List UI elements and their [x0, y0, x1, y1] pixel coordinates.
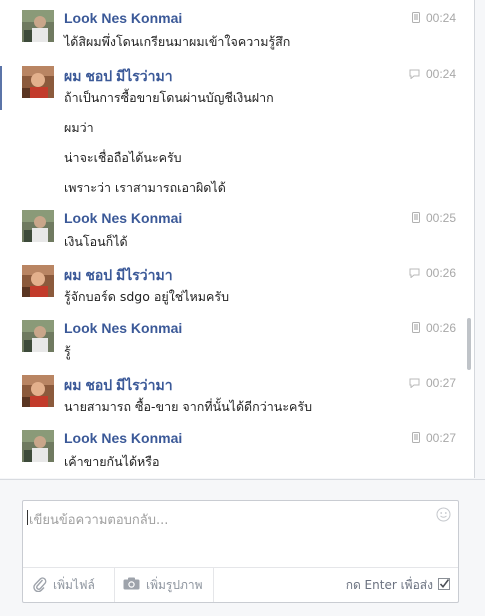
message-author[interactable]: ผม ชอป มีไรว่ามา	[64, 265, 173, 287]
chat-bubble-icon	[409, 267, 420, 281]
add-file-button[interactable]: เพิ่มไฟล์	[33, 568, 95, 602]
scrollbar-thumb[interactable]	[467, 318, 471, 370]
message-meta: 00:26	[411, 321, 456, 336]
message-text: นายสามารถ ซื้อ-ขาย จากที่นั้นได้ดีกว่านะ…	[64, 399, 313, 414]
message-meta: 00:24	[411, 11, 456, 26]
message-author[interactable]: ผม ชอป มีไรว่ามา	[64, 375, 173, 397]
toolbar-divider	[213, 568, 214, 602]
chat-bubble-icon	[409, 68, 420, 82]
message-meta: 00:27	[409, 376, 456, 391]
add-photo-label: เพิ่มรูปภาพ	[146, 577, 203, 592]
checkbox-checked-icon[interactable]	[438, 577, 450, 593]
composer-area: เขียนข้อความตอบกลับ... เพิ่มไฟล์ เพิ่มรู…	[0, 479, 485, 616]
paperclip-icon	[33, 576, 47, 595]
avatar[interactable]	[22, 265, 54, 297]
message-text: ผมว่า	[64, 120, 94, 135]
message-author[interactable]: Look Nes Konmai	[64, 320, 182, 336]
message-meta: 00:27	[411, 431, 456, 446]
message-text: ได้สิผมพึ่งโดนเกรียนมาผมเข้าใจความรู้สึก	[64, 34, 291, 49]
message-time: 00:26	[425, 266, 456, 280]
message-text: น่าจะเชื่อถือได้นะครับ	[64, 150, 182, 165]
text-caret	[27, 510, 28, 525]
message-text: รู้	[64, 344, 71, 359]
message-author[interactable]: Look Nes Konmai	[64, 210, 182, 226]
avatar[interactable]	[22, 66, 54, 98]
mobile-phone-icon	[411, 322, 420, 336]
avatar[interactable]	[22, 430, 54, 462]
press-enter-to-send-toggle[interactable]: กด Enter เพื่อส่ง	[346, 568, 450, 602]
add-file-label: เพิ่มไฟล์	[53, 577, 95, 592]
message-author[interactable]: Look Nes Konmai	[64, 10, 182, 26]
chat-bubble-icon	[409, 377, 420, 391]
message-text: ถ้าเป็นการซื้อขายโดนผ่านบัญชีเงินฝาก	[64, 90, 274, 105]
message-text: เค้าขายกันได้หรือ	[64, 454, 160, 469]
message-author[interactable]: Look Nes Konmai	[64, 430, 182, 446]
smiley-icon[interactable]	[436, 507, 451, 526]
message-time: 00:27	[425, 376, 456, 390]
message-time: 00:24	[425, 11, 456, 25]
avatar[interactable]	[22, 320, 54, 352]
avatar[interactable]	[22, 375, 54, 407]
composer-toolbar: เพิ่มไฟล์ เพิ่มรูปภาพ กด Enter เพื่อส่ง	[23, 567, 458, 602]
mobile-phone-icon	[411, 212, 420, 226]
add-photo-button[interactable]: เพิ่มรูปภาพ	[123, 568, 203, 602]
message-text: รู้จักบอร์ด sdgo อยู่ใช่ไหมครับ	[64, 289, 230, 304]
conversation-pane: Look Nes Konmai 00:24 ได้สิผมพึ่งโดนเกรี…	[0, 0, 475, 478]
camera-icon	[123, 577, 140, 593]
toolbar-divider	[114, 568, 115, 602]
message-time: 00:27	[425, 431, 456, 445]
message-time: 00:25	[425, 211, 456, 225]
message-time: 00:26	[425, 321, 456, 335]
reply-composer[interactable]: เขียนข้อความตอบกลับ... เพิ่มไฟล์ เพิ่มรู…	[22, 500, 459, 603]
message-text: เพราะว่า เราสามารถเอาผิดได้	[64, 180, 226, 195]
avatar[interactable]	[22, 210, 54, 242]
mobile-phone-icon	[411, 12, 420, 26]
press-enter-label: กด Enter เพื่อส่ง	[345, 577, 433, 592]
message-meta: 00:24	[409, 67, 456, 82]
reply-input-placeholder[interactable]: เขียนข้อความตอบกลับ...	[29, 509, 168, 530]
avatar[interactable]	[22, 10, 54, 42]
message-text: เงินโอนก็ได้	[64, 234, 128, 249]
message-author[interactable]: ผม ชอป มีไรว่ามา	[64, 66, 173, 88]
message-meta: 00:25	[411, 211, 456, 226]
message-time: 00:24	[425, 67, 456, 81]
message-meta: 00:26	[409, 266, 456, 281]
mobile-phone-icon	[411, 432, 420, 446]
